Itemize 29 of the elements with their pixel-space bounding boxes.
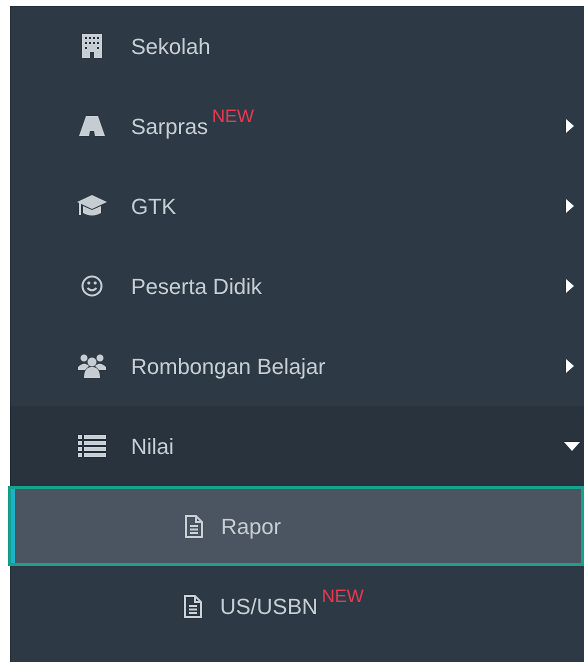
menu-item[interactable]: Nilai (10, 406, 584, 486)
document-icon (184, 514, 202, 538)
list-icon (78, 435, 106, 457)
smiley-icon (80, 275, 102, 297)
menu-label: GTK (131, 192, 176, 220)
caret-down-icon (564, 442, 580, 450)
caret-right-icon (566, 119, 574, 133)
menu-label: Rombongan Belajar (131, 352, 326, 381)
menu-label: Rapor (221, 512, 281, 541)
graduation-cap-icon (76, 195, 106, 217)
menu-item[interactable]: GTK (10, 166, 584, 246)
menu-item[interactable]: Peserta Didik (10, 246, 584, 326)
caret-right-icon (566, 359, 574, 373)
menu-item[interactable]: Rombongan Belajar (10, 326, 584, 406)
menu-item[interactable]: Sekolah (10, 6, 584, 86)
menu-label: Sarpras (131, 112, 208, 141)
menu-label: Nilai (131, 432, 174, 460)
road-icon (78, 116, 104, 136)
building-icon (82, 34, 102, 58)
caret-right-icon (566, 279, 574, 293)
menu-label: US/USBN (220, 592, 318, 620)
new-label: NEW (212, 104, 254, 128)
caret-right-icon (566, 199, 574, 213)
menu-label: Sekolah (131, 32, 211, 60)
menu-label: Peserta Didik (131, 272, 262, 300)
users-icon (76, 354, 106, 378)
menu-item[interactable]: Rapor (8, 486, 584, 566)
document-icon (184, 594, 202, 618)
new-label: NEW (322, 584, 364, 608)
